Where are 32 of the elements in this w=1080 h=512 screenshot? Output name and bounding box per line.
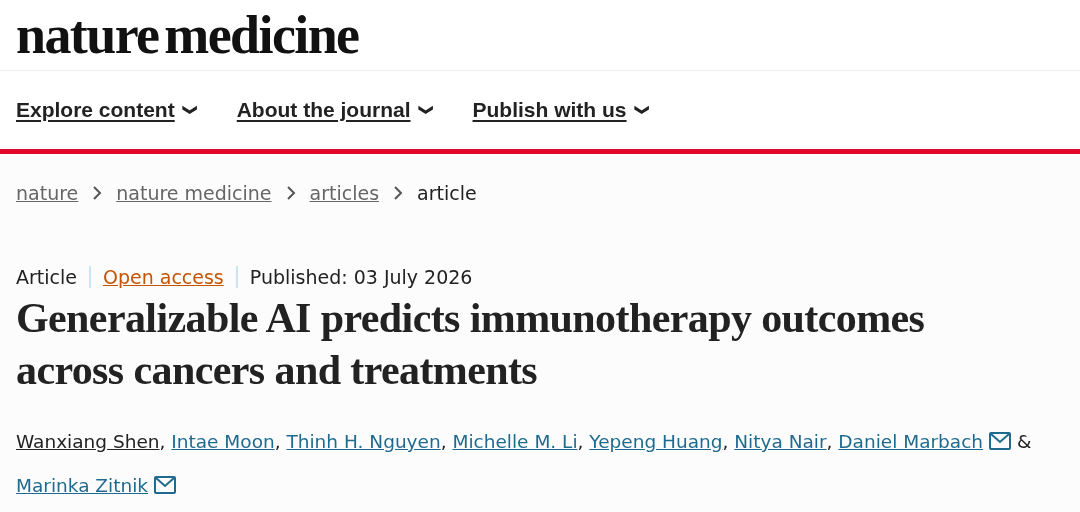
breadcrumb-link[interactable]: articles xyxy=(309,182,380,204)
article-type: Article xyxy=(16,266,78,288)
author-link[interactable]: Marinka Zitnik xyxy=(16,475,149,496)
author-link[interactable]: Thinh H. Nguyen xyxy=(286,431,441,452)
chevron-icon xyxy=(393,186,404,200)
open-access-link[interactable]: Open access xyxy=(88,266,236,288)
breadcrumb-link[interactable]: article xyxy=(417,182,477,204)
author-separator: , xyxy=(577,431,584,452)
author-link[interactable]: Yepeng Huang xyxy=(589,431,723,452)
nav-menu-link[interactable]: Publish with us ❯ xyxy=(472,98,649,122)
nav-menu-link[interactable]: About the journal ❯ xyxy=(236,98,433,122)
article-title: Generalizable AI predicts immunotherapy outcomes across cancers and treatments xyxy=(16,294,926,395)
author-separator: & xyxy=(1017,431,1032,452)
author-separator: , xyxy=(274,431,281,452)
author-link[interactable]: Michelle M. Li xyxy=(452,431,578,452)
breadcrumb-link[interactable]: nature medicine xyxy=(116,182,272,204)
breadcrumb-link[interactable]: nature xyxy=(16,182,79,204)
nav-menu-link[interactable]: Explore content ❯ xyxy=(16,98,197,122)
email-icon[interactable] xyxy=(989,432,1012,450)
author-separator: , xyxy=(722,431,729,452)
journal-logo[interactable]: nature medicine xyxy=(16,8,359,62)
publish-date: Published: 03 July 2026 xyxy=(235,266,485,288)
email-icon[interactable] xyxy=(154,476,177,494)
author-link[interactable]: Nitya Nair xyxy=(734,431,827,452)
author-link[interactable]: Daniel Marbach xyxy=(838,431,984,452)
chevron-icon xyxy=(92,186,103,200)
author-link[interactable]: Wanxiang Shen xyxy=(16,431,160,452)
author-separator: , xyxy=(826,431,833,452)
author-link[interactable]: Intae Moon xyxy=(171,431,275,452)
author-separator: , xyxy=(440,431,447,452)
chevron-icon xyxy=(285,186,296,200)
author-separator: , xyxy=(159,431,166,452)
